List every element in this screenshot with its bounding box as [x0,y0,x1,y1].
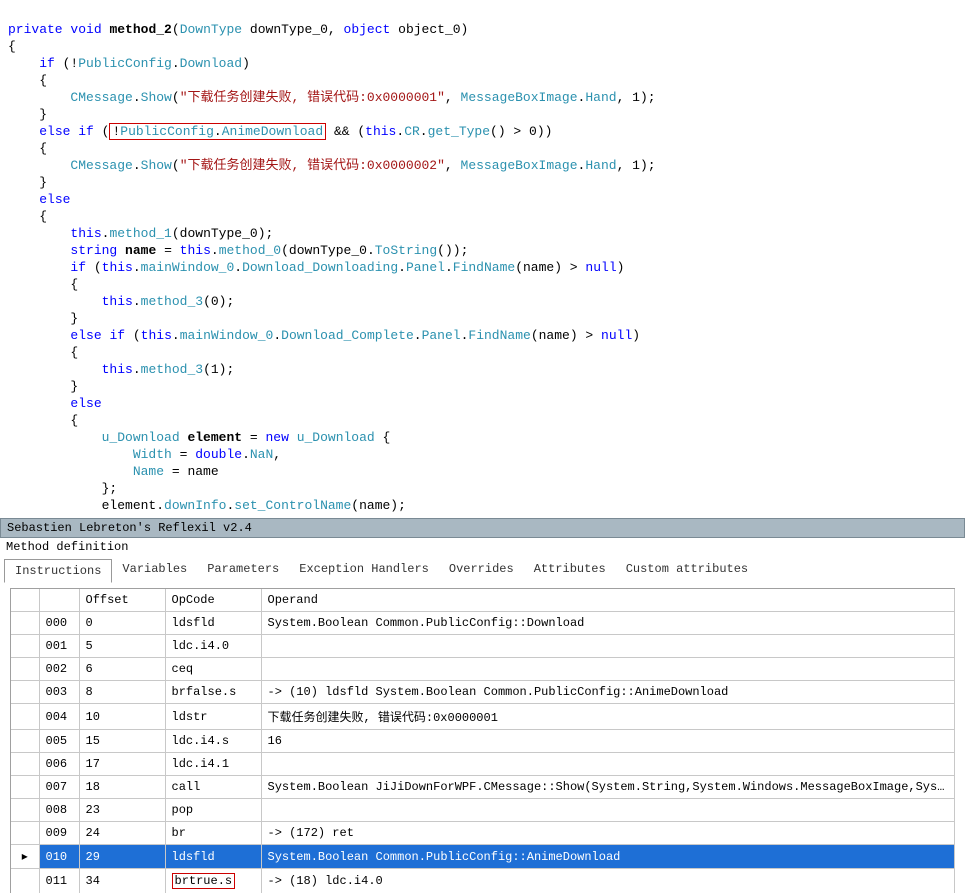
table-row[interactable]: 00718callSystem.Boolean JiJiDownForWPF.C… [11,776,955,799]
tab-overrides[interactable]: Overrides [439,558,524,582]
highlighted-opcode: brtrue.s [172,873,236,889]
col-opcode[interactable]: OpCode [165,589,261,612]
table-row[interactable]: 0000ldsfldSystem.Boolean Common.PublicCo… [11,612,955,635]
code-editor: private void method_2(DownType downType_… [0,0,965,518]
col-operand[interactable]: Operand [261,589,955,612]
reflexil-panel-title: Sebastien Lebreton's Reflexil v2.4 [0,518,965,538]
table-row[interactable]: 00515ldc.i4.s16 [11,730,955,753]
table-header-row: Offset OpCode Operand [11,589,955,612]
table-row-selected[interactable]: ▸01029ldsfldSystem.Boolean Common.Public… [11,845,955,869]
col-offset[interactable]: Offset [79,589,165,612]
table-row[interactable]: 00617ldc.i4.1 [11,753,955,776]
tab-variables[interactable]: Variables [112,558,197,582]
tab-parameters[interactable]: Parameters [197,558,289,582]
table-row[interactable]: 0038brfalse.s-> (10) ldsfld System.Boole… [11,681,955,704]
tab-exception-handlers[interactable]: Exception Handlers [289,558,439,582]
method-name: method_2 [109,22,171,37]
table-row[interactable]: 00410ldstr下载任务创建失败, 错误代码:0x0000001 [11,704,955,730]
tab-instructions[interactable]: Instructions [4,559,112,583]
table-row[interactable]: 01134brtrue.s-> (18) ldc.i4.0 [11,869,955,893]
table-row[interactable]: 00823pop [11,799,955,822]
table-row[interactable]: 0015ldc.i4.0 [11,635,955,658]
instructions-grid[interactable]: Offset OpCode Operand 0000ldsfldSystem.B… [10,588,955,893]
table-row[interactable]: 0026ceq [11,658,955,681]
tab-custom-attributes[interactable]: Custom attributes [616,558,758,582]
table-row[interactable]: 00924br-> (172) ret [11,822,955,845]
row-marker-icon: ▸ [11,845,39,869]
highlighted-condition: !PublicConfig.AnimeDownload [109,123,326,140]
tab-attributes[interactable]: Attributes [524,558,616,582]
reflexil-panel-subtitle: Method definition [0,538,965,556]
tab-bar: Instructions Variables Parameters Except… [0,556,965,582]
